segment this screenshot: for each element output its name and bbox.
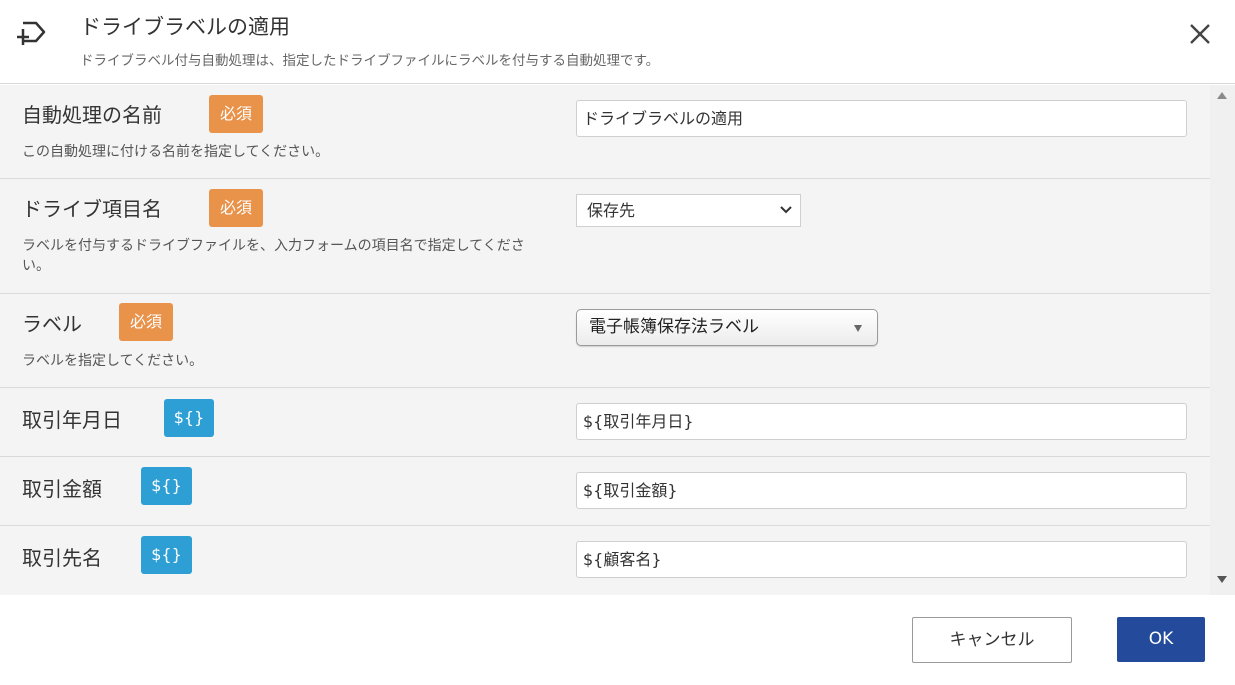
- triangle-down-icon: [854, 325, 862, 332]
- required-badge: 必須: [209, 95, 263, 133]
- field-description: ラベルを指定してください。: [22, 353, 204, 369]
- variable-button[interactable]: ${}: [141, 467, 192, 505]
- cancel-button[interactable]: キャンセル: [912, 617, 1072, 663]
- field-row-name: 自動処理の名前 必須 この自動処理に付ける名前を指定してください。 ドライブラベ…: [0, 85, 1210, 179]
- dialog-footer: キャンセル OK: [0, 595, 1235, 685]
- required-badge: 必須: [209, 189, 263, 227]
- variable-button[interactable]: ${}: [141, 536, 192, 574]
- required-badge: 必須: [119, 303, 173, 341]
- field-row-trade-amount: 取引金額 ${} ${取引金額}: [0, 457, 1210, 526]
- field-label: ドライブ項目名: [22, 197, 162, 221]
- dialog-subtitle: ドライブラベル付与自動処理は、指定したドライブファイルにラベルを付与する自動処理…: [80, 53, 660, 69]
- field-label: 取引金額: [22, 477, 102, 501]
- dialog-title: ドライブラベルの適用: [80, 15, 290, 39]
- field-row-trade-partner: 取引先名 ${} ${顧客名}: [0, 526, 1210, 595]
- vertical-scrollbar[interactable]: [1210, 85, 1235, 595]
- trade-partner-input[interactable]: ${顧客名}: [576, 541, 1187, 578]
- drive-label-icon: [17, 21, 46, 45]
- close-icon[interactable]: [1186, 20, 1214, 48]
- trade-amount-input[interactable]: ${取引金額}: [576, 472, 1187, 509]
- field-label: ラベル: [22, 312, 82, 336]
- drive-item-select[interactable]: 保存先: [576, 194, 801, 227]
- chevron-down-icon: [780, 206, 792, 214]
- ok-button[interactable]: OK: [1117, 617, 1205, 662]
- label-selected: 電子帳簿保存法ラベル: [589, 317, 759, 337]
- field-description: ラベルを付与するドライブファイルを、入力フォームの項目名で指定してください。: [22, 238, 525, 274]
- trade-date-input[interactable]: ${取引年月日}: [576, 403, 1187, 440]
- field-row-label: ラベル 必須 ラベルを指定してください。 電子帳簿保存法ラベル: [0, 294, 1210, 388]
- scroll-up-icon[interactable]: [1217, 92, 1227, 99]
- drive-item-selected: 保存先: [587, 201, 636, 220]
- form-body: 自動処理の名前 必須 この自動処理に付ける名前を指定してください。 ドライブラベ…: [0, 85, 1235, 595]
- dialog-header: ドライブラベルの適用 ドライブラベル付与自動処理は、指定したドライブファイルにラ…: [0, 0, 1235, 84]
- name-input[interactable]: ドライブラベルの適用: [576, 100, 1187, 137]
- field-label: 自動処理の名前: [22, 103, 162, 127]
- label-select[interactable]: 電子帳簿保存法ラベル: [576, 309, 878, 346]
- field-description: この自動処理に付ける名前を指定してください。: [22, 144, 330, 160]
- field-row-drive-item: ドライブ項目名 必須 ラベルを付与するドライブファイルを、入力フォームの項目名で…: [0, 179, 1210, 294]
- field-label: 取引先名: [22, 546, 102, 570]
- scroll-down-icon[interactable]: [1217, 576, 1227, 583]
- field-label: 取引年月日: [22, 408, 122, 432]
- variable-button[interactable]: ${}: [164, 399, 214, 437]
- field-row-trade-date: 取引年月日 ${} ${取引年月日}: [0, 388, 1210, 457]
